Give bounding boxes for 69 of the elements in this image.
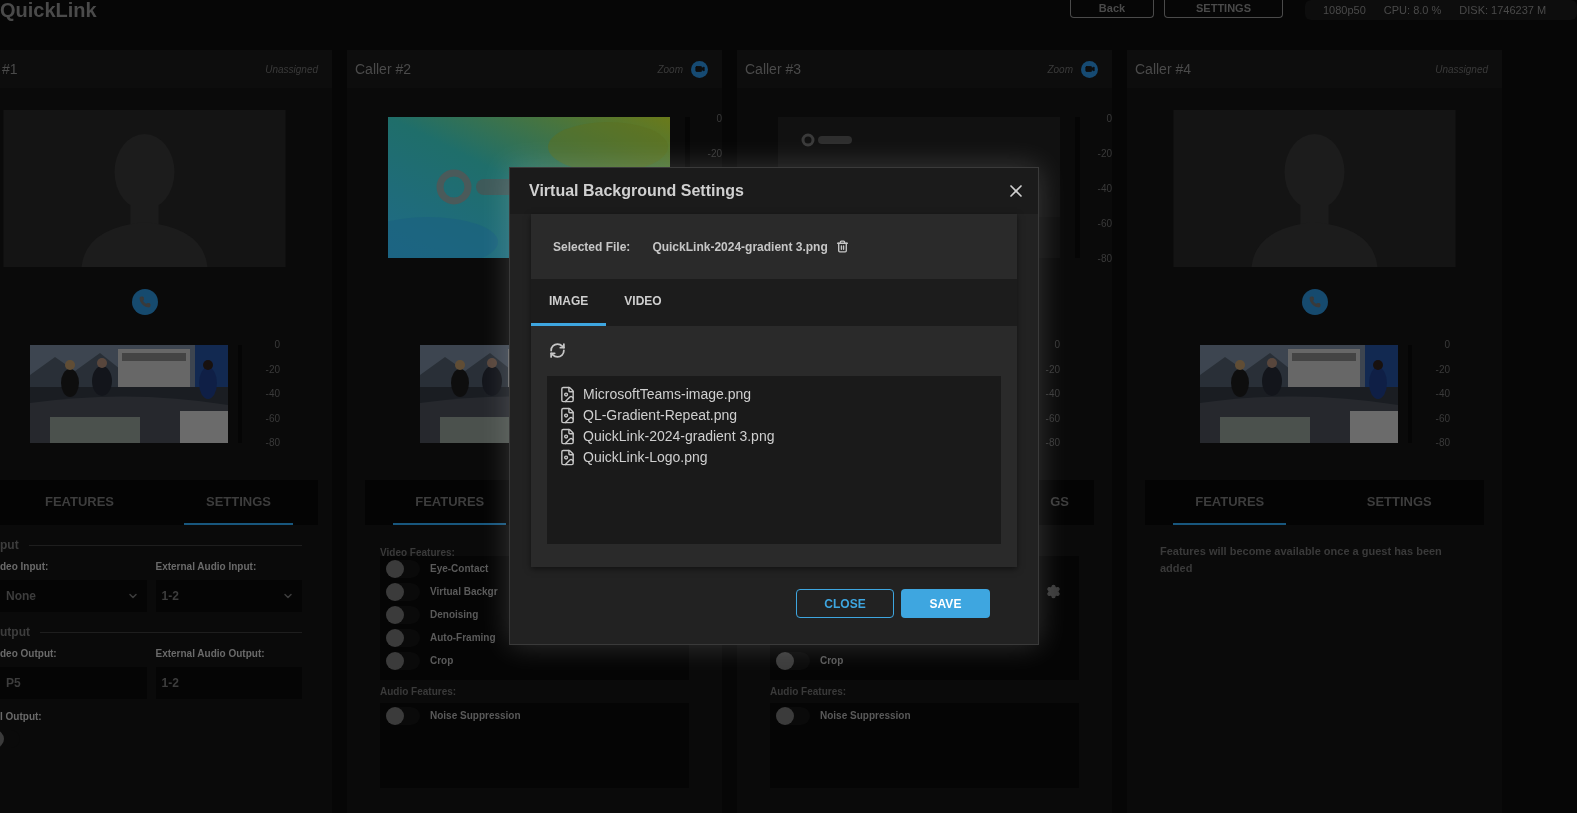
image-file-icon [559,449,576,466]
stat-text: 1080p50 [1323,2,1366,18]
input-field[interactable]: P5 [0,667,147,699]
file-item[interactable]: QuickLink-2024-gradient 3.png [559,426,775,447]
feature-label: Eye-Contact [430,562,489,576]
feature-label: Noise Suppression [430,709,521,723]
selected-file-label: Selected File: [553,238,631,256]
caller-title: Caller #3 [745,59,802,79]
file-name: QuickLink-Logo.png [583,448,708,467]
save-button[interactable]: SAVE [901,589,990,618]
call-button[interactable] [1301,289,1328,315]
video-camera-icon [1081,60,1098,78]
field-label: deo Input: [0,560,50,574]
feature-label: Crop [820,654,844,668]
dialog-title: Virtual Background Settings [529,181,744,201]
phone-icon [138,296,151,308]
call-button[interactable] [131,289,158,315]
image-file-icon [559,407,576,424]
app-title: QuickLink [0,0,97,20]
field-label: deo Output: [0,647,58,661]
tab[interactable]: GS [1050,480,1069,525]
tab[interactable]: FEATURES [22,480,137,525]
file-name: QuickLink-2024-gradient 3.png [583,427,775,446]
field-label: External Audio Output: [155,647,266,661]
field-label: External Audio Input: [155,560,258,574]
feature-label: Denoising [430,608,479,622]
image-file-icon [559,386,576,403]
header-button[interactable]: SETTINGS [1164,0,1283,18]
caller-title: #1 [2,59,18,79]
header-button[interactable]: Back [1070,0,1154,18]
file-item[interactable]: QL-Gradient-Repeat.png [559,405,738,426]
phone-icon [1308,296,1321,308]
field-label: I Output: [0,710,43,724]
trash-icon[interactable] [835,240,849,253]
input-field[interactable]: 1-2 [155,667,302,699]
toggle-switch[interactable] [386,559,420,578]
tab[interactable]: FEATURES [393,480,507,525]
feature-label: Virtual Backgr [430,585,498,599]
selected-file-name: QuickLink-2024-gradient 3.png [652,238,828,256]
file-name: QL-Gradient-Repeat.png [583,406,738,425]
stat-text: DISK: 1746237 M [1459,2,1547,18]
caller-title: Caller #2 [355,59,412,79]
toggle-switch[interactable] [386,628,420,647]
feature-label: Auto-Framing [430,631,496,645]
select-field[interactable]: 1-2 [155,580,302,612]
tab[interactable]: FEATURES [1173,480,1287,525]
file-item[interactable]: QuickLink-Logo.png [559,447,708,468]
toggle-switch[interactable] [776,706,810,725]
select-field[interactable]: None [0,580,147,612]
toggle-switch[interactable] [386,605,420,624]
tab[interactable]: IMAGE [531,279,607,326]
refresh-icon[interactable] [547,340,567,360]
settings-icon[interactable] [1046,584,1061,599]
toggle-switch[interactable] [386,582,420,601]
image-file-icon [559,428,576,445]
tab[interactable]: SETTINGS [184,480,293,525]
file-name: MicrosoftTeams-image.png [583,385,752,404]
toggle-switch[interactable] [386,706,420,725]
file-item[interactable]: MicrosoftTeams-image.png [559,384,752,405]
toggle-switch[interactable] [776,651,810,670]
feature-label: Crop [430,654,454,668]
tab[interactable]: VIDEO [606,279,680,326]
caller-title: Caller #4 [1135,59,1192,79]
tab[interactable]: SETTINGS [1344,480,1454,525]
stat-text: CPU: 8.0 % [1383,2,1442,18]
feature-label: Noise Suppression [820,709,911,723]
close-button[interactable]: CLOSE [796,589,894,618]
toggle-switch[interactable] [386,651,420,670]
video-camera-icon [691,60,708,78]
